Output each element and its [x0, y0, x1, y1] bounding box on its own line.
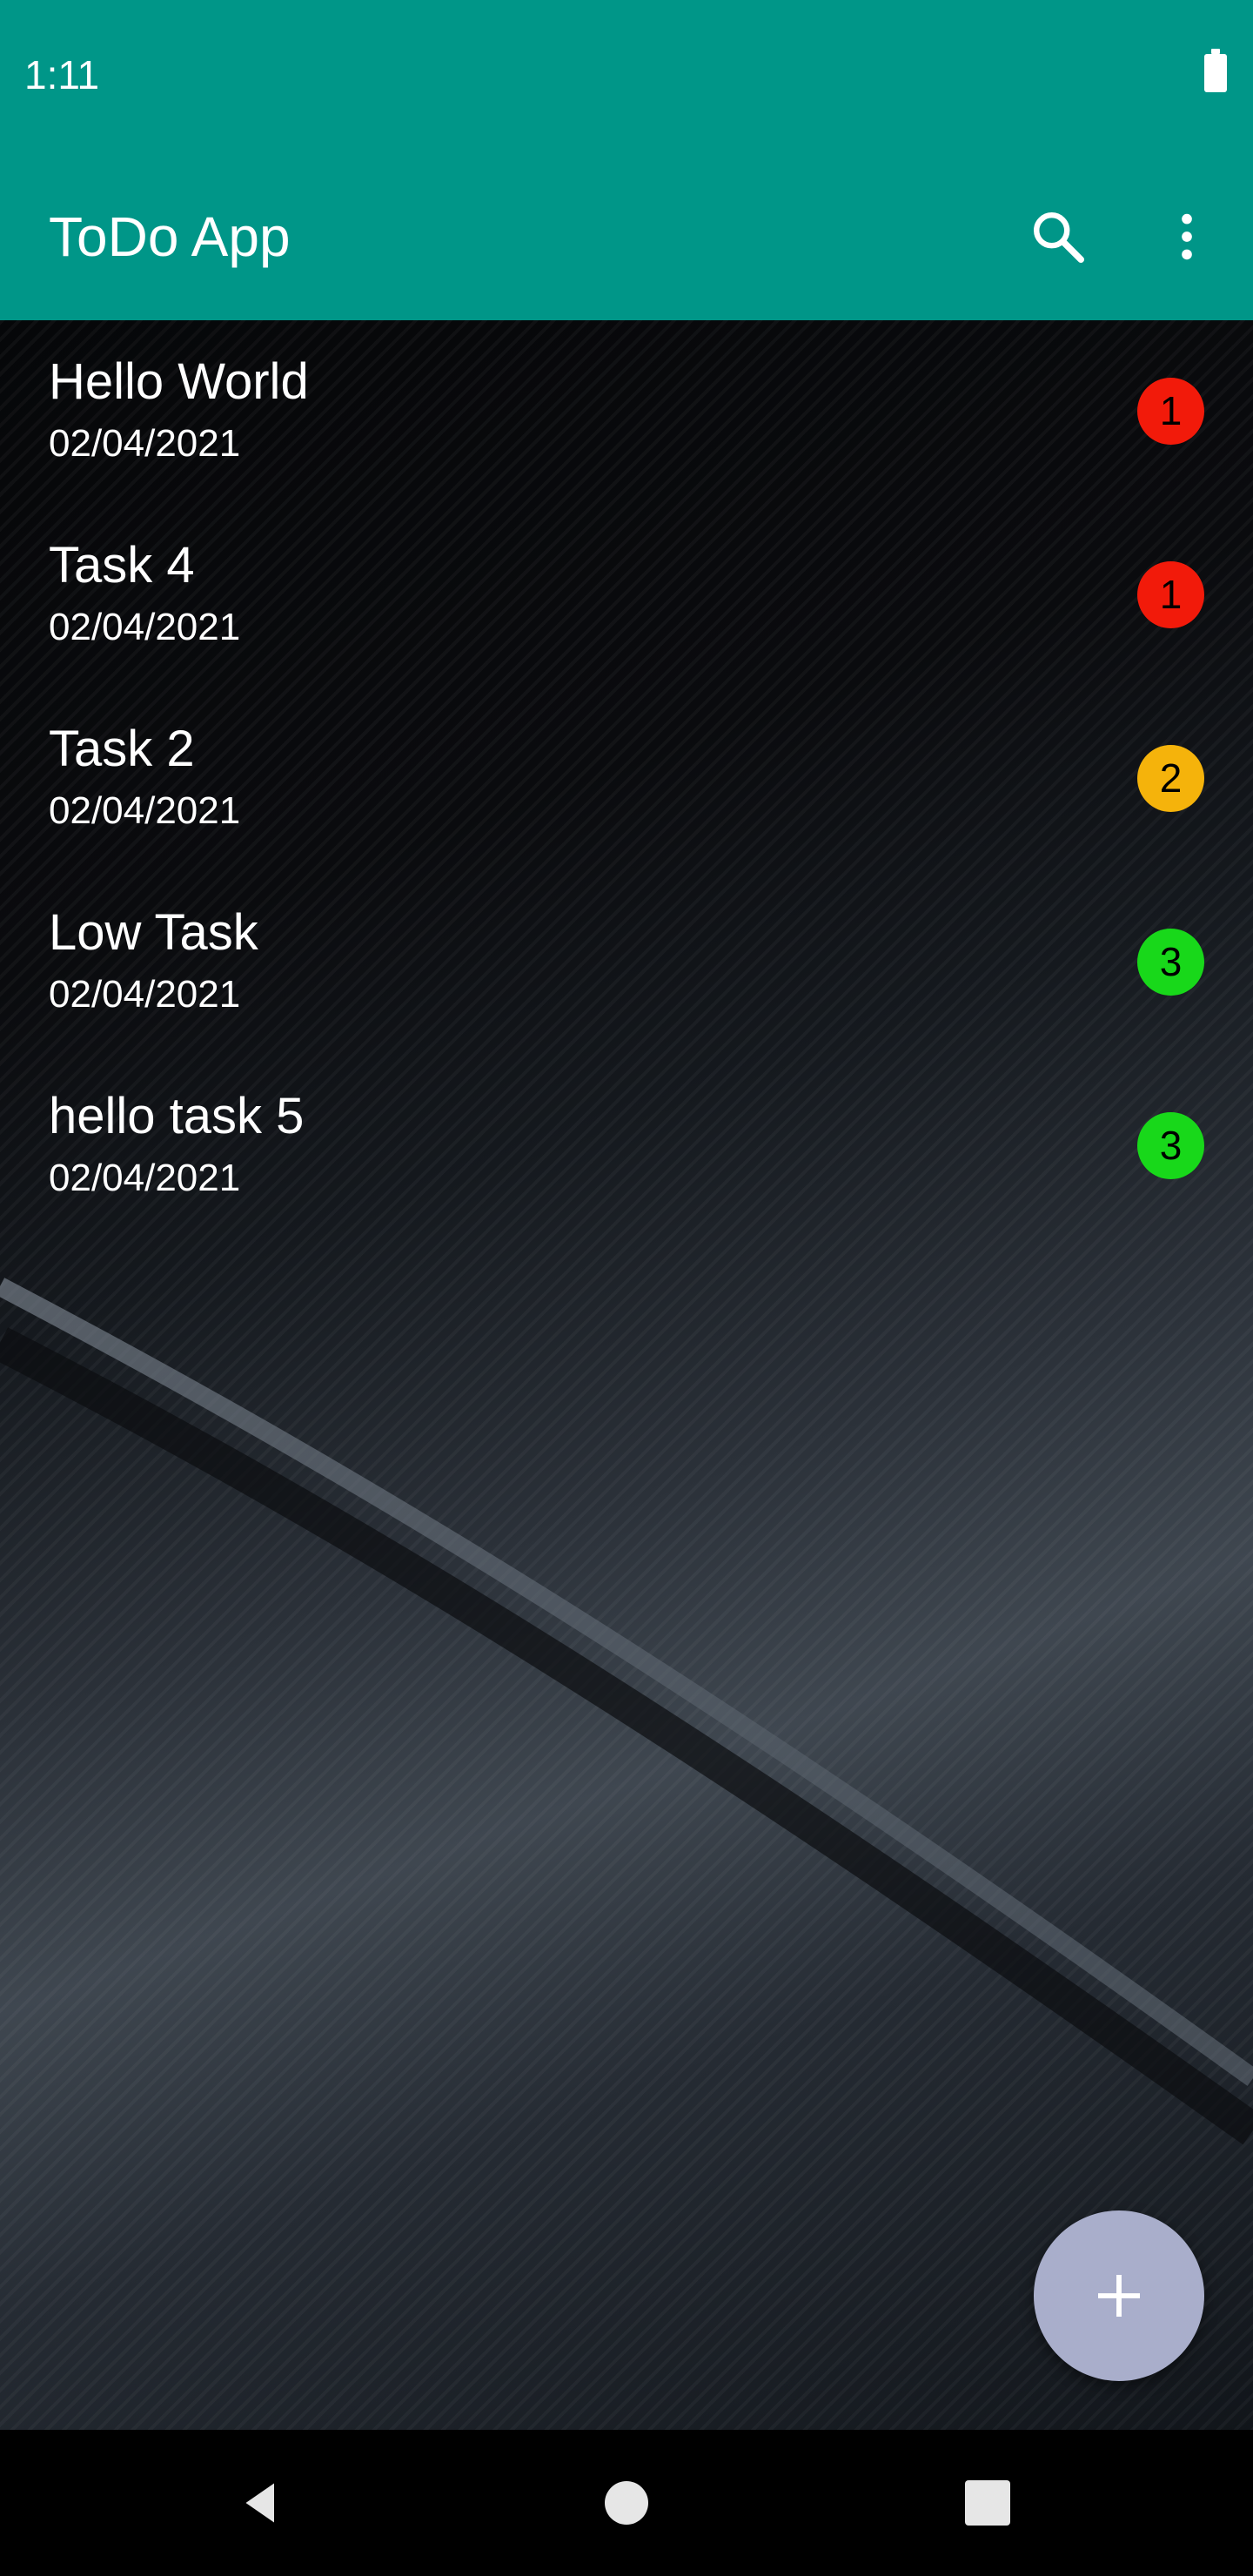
priority-badge: 1 — [1137, 561, 1204, 628]
plus-icon — [1098, 2275, 1140, 2317]
task-date: 02/04/2021 — [49, 1157, 241, 1199]
recents-square-icon — [965, 2480, 1010, 2526]
app-bar: ToDo App — [0, 153, 1253, 320]
more-options-button[interactable] — [1145, 195, 1229, 278]
battery-icon — [1204, 49, 1227, 92]
screen: 1:11 ToDo App Hello World 02/04/2021 1 T… — [0, 0, 1253, 2576]
system-nav-bar — [0, 2430, 1253, 2576]
search-button[interactable] — [1016, 195, 1100, 278]
status-bar: 1:11 — [0, 0, 1253, 153]
task-item[interactable]: hello task 5 02/04/2021 3 — [0, 1055, 1253, 1238]
task-title: hello task 5 — [49, 1088, 305, 1144]
task-title: Low Task — [49, 904, 258, 961]
back-button[interactable] — [218, 2459, 305, 2546]
priority-badge: 3 — [1137, 929, 1204, 996]
app-title: ToDo App — [49, 205, 291, 268]
task-date: 02/04/2021 — [49, 789, 241, 832]
more-vert-icon — [1182, 213, 1192, 260]
home-button[interactable] — [583, 2459, 670, 2546]
task-title: Task 4 — [49, 537, 195, 594]
task-date: 02/04/2021 — [49, 973, 241, 1016]
task-item[interactable]: Low Task 02/04/2021 3 — [0, 871, 1253, 1055]
task-item[interactable]: Hello World 02/04/2021 1 — [0, 320, 1253, 504]
add-task-button[interactable] — [1034, 2210, 1204, 2381]
task-date: 02/04/2021 — [49, 606, 241, 648]
task-title: Hello World — [49, 353, 309, 410]
task-date: 02/04/2021 — [49, 422, 241, 465]
task-list: Hello World 02/04/2021 1 Task 4 02/04/20… — [0, 320, 1253, 1238]
recents-button[interactable] — [944, 2459, 1031, 2546]
priority-badge: 1 — [1137, 378, 1204, 445]
search-icon — [1034, 211, 1085, 264]
task-title: Task 2 — [49, 721, 195, 777]
priority-badge: 2 — [1137, 745, 1204, 812]
task-list-area: Hello World 02/04/2021 1 Task 4 02/04/20… — [0, 320, 1253, 2430]
back-triangle-icon — [245, 2483, 274, 2523]
priority-badge: 3 — [1137, 1112, 1204, 1179]
status-time: 1:11 — [24, 52, 100, 97]
task-item[interactable]: Task 4 02/04/2021 1 — [0, 504, 1253, 688]
home-circle-icon — [605, 2481, 648, 2525]
task-item[interactable]: Task 2 02/04/2021 2 — [0, 688, 1253, 871]
